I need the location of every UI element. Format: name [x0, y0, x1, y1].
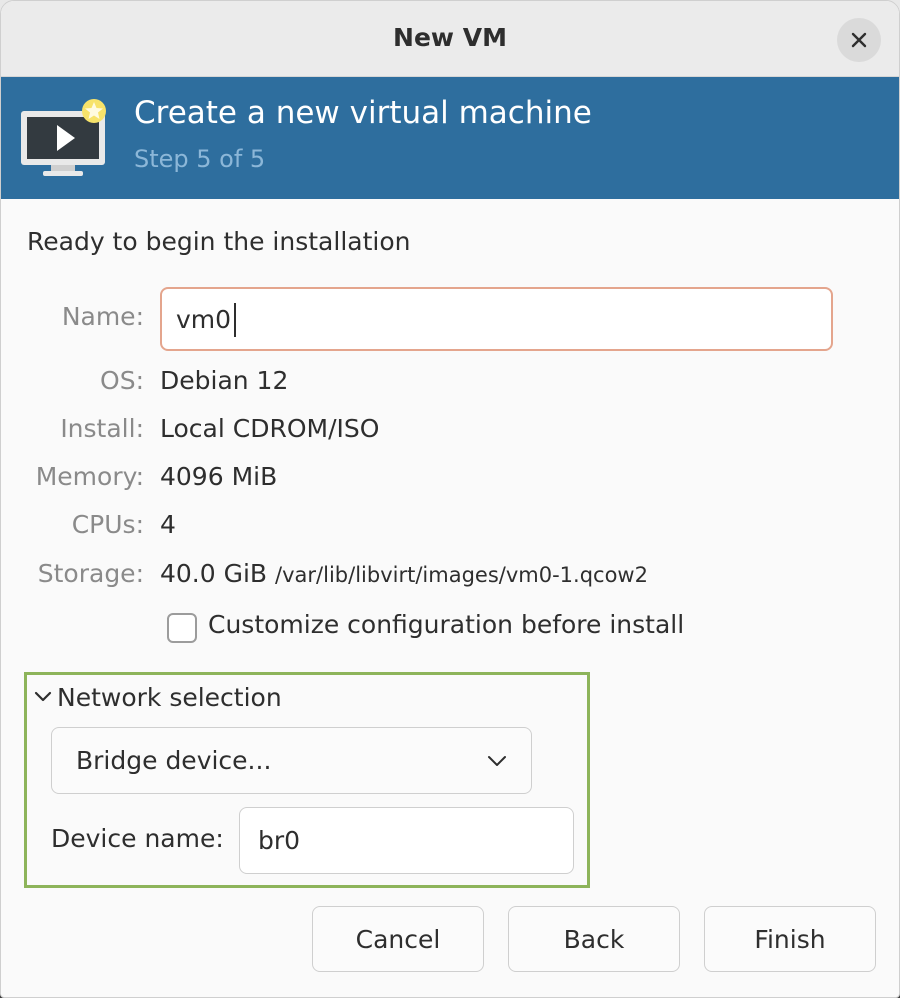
- network-selection-label: Network selection: [57, 682, 282, 712]
- install-label: Install:: [60, 414, 144, 443]
- close-icon: [851, 32, 867, 48]
- memory-value: 4096 MiB: [160, 462, 278, 491]
- name-label: Name:: [61, 302, 144, 331]
- storage-size: 40.0 GiB: [160, 559, 268, 588]
- customize-checkbox[interactable]: [167, 613, 197, 643]
- ready-heading: Ready to begin the installation: [27, 227, 411, 256]
- cancel-button[interactable]: Cancel: [312, 906, 484, 972]
- wizard-banner: Create a new virtual machine Step 5 of 5: [1, 77, 899, 199]
- finish-button[interactable]: Finish: [704, 906, 876, 972]
- monitor-play-icon: [21, 99, 106, 176]
- name-input[interactable]: [160, 287, 833, 351]
- dropdown-selected: Bridge device...: [76, 746, 272, 775]
- titlebar: New VM: [1, 1, 899, 77]
- banner-title: Create a new virtual machine: [134, 95, 592, 131]
- os-value: Debian 12: [160, 366, 289, 395]
- banner-step: Step 5 of 5: [134, 145, 266, 173]
- window-title: New VM: [393, 23, 507, 52]
- back-button[interactable]: Back: [508, 906, 680, 972]
- storage-label: Storage:: [37, 559, 144, 588]
- os-label: OS:: [100, 366, 144, 395]
- cpus-value: 4: [160, 510, 176, 539]
- network-source-dropdown[interactable]: Bridge device...: [51, 727, 532, 794]
- cpus-label: CPUs:: [71, 510, 144, 539]
- device-name-label: Device name:: [51, 824, 224, 853]
- memory-label: Memory:: [35, 462, 144, 491]
- device-name-input[interactable]: [239, 807, 574, 874]
- text-cursor: [234, 303, 236, 337]
- chevron-down-icon: [34, 691, 52, 702]
- chevron-down-icon: [488, 756, 506, 766]
- install-value: Local CDROM/ISO: [160, 414, 380, 443]
- customize-label[interactable]: Customize configuration before install: [208, 610, 684, 639]
- close-button[interactable]: [837, 18, 881, 62]
- storage-value: 40.0 GiB /var/lib/libvirt/images/vm0-1.q…: [160, 559, 648, 588]
- network-expander[interactable]: Network selection: [33, 681, 282, 713]
- storage-path: /var/lib/libvirt/images/vm0-1.qcow2: [275, 563, 648, 587]
- new-vm-dialog: New VM Create a new virtual machine Step…: [0, 0, 900, 998]
